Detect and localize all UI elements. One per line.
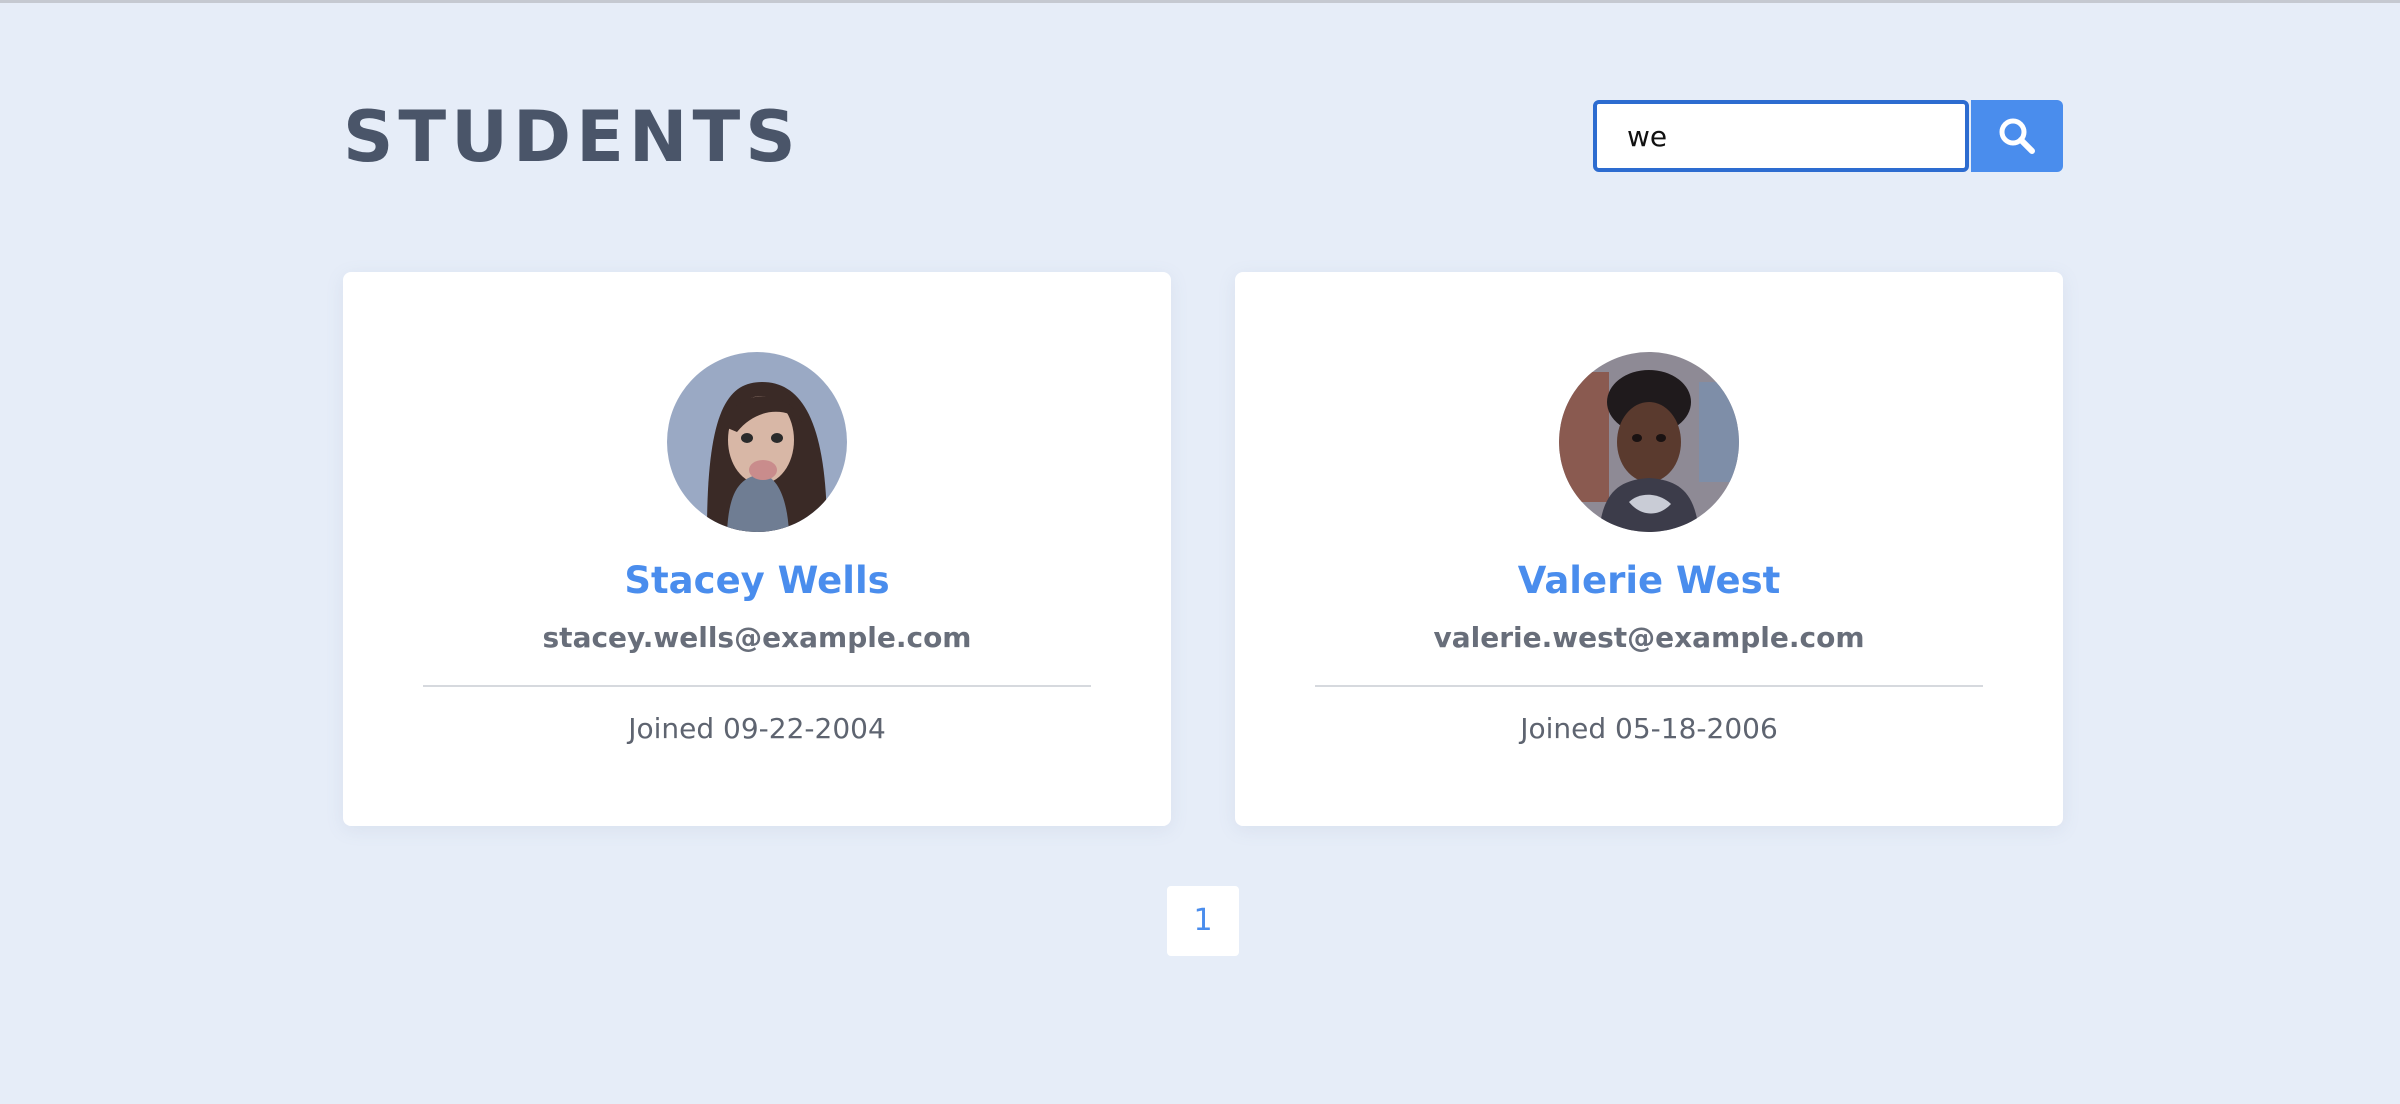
search-input[interactable] bbox=[1593, 100, 1969, 172]
student-email: stacey.wells@example.com bbox=[542, 621, 972, 654]
student-name: Stacey Wells bbox=[624, 559, 890, 602]
student-name: Valerie West bbox=[1517, 559, 1781, 602]
student-list: Stacey Wells stacey.wells@example.com Jo… bbox=[343, 272, 2063, 826]
page-title: STUDENTS bbox=[343, 96, 801, 178]
page-container: STUDENTS we Stacey Wells stacey.wells@ex… bbox=[343, 0, 2063, 1104]
student-email: valerie.west@example.com bbox=[1433, 621, 1865, 654]
student-joined-date: Joined 05-18-2006 bbox=[1520, 712, 1778, 745]
pagination: 1 bbox=[1167, 886, 1239, 956]
student-joined-date: Joined 09-22-2004 bbox=[628, 712, 886, 745]
student-card: Stacey Wells stacey.wells@example.com Jo… bbox=[343, 272, 1171, 826]
avatar bbox=[667, 352, 847, 532]
avatar bbox=[1559, 352, 1739, 532]
student-card: Valerie West valerie.west@example.com Jo… bbox=[1235, 272, 2063, 826]
page-link-1[interactable]: 1 bbox=[1167, 886, 1239, 956]
page-header: STUDENTS bbox=[343, 96, 2063, 178]
divider bbox=[423, 685, 1091, 687]
search-form bbox=[1593, 100, 2063, 172]
divider bbox=[1315, 685, 1983, 687]
search-icon bbox=[1999, 118, 2035, 154]
search-button[interactable] bbox=[1971, 100, 2063, 172]
